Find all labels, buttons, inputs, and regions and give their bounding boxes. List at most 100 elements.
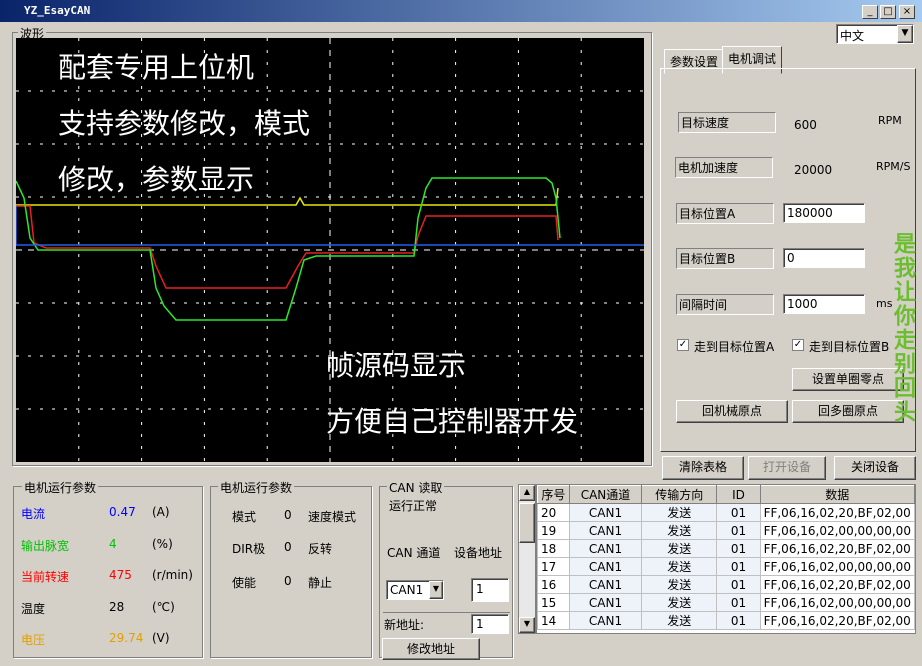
- status-state: 速度模式: [308, 510, 357, 524]
- close-device-button[interactable]: 关闭设备: [834, 456, 916, 480]
- pos-a-input[interactable]: 180000: [783, 203, 865, 223]
- table-cell: 发送: [641, 503, 718, 522]
- accel-label: 电机加速度: [675, 157, 773, 178]
- scroll-up-icon[interactable]: ▲: [519, 485, 535, 501]
- table-cell: 16: [537, 575, 570, 594]
- table-cell: FF,06,16,02,20,BF,02,00: [759, 611, 915, 630]
- open-device-button[interactable]: 打开设备: [748, 456, 826, 480]
- waveform-scope: 配套专用上位机 支持参数修改，模式 修改，参数显示 帧源码显示 方便自己控制器开…: [16, 38, 644, 462]
- can-channel-value: CAN1: [390, 583, 424, 597]
- goto-b-label: 走到目标位置B: [809, 340, 890, 354]
- close-button[interactable]: ×: [899, 5, 915, 19]
- language-select[interactable]: 中文 ▼: [836, 24, 914, 44]
- column-header[interactable]: ID: [716, 485, 761, 504]
- chevron-down-icon[interactable]: ▼: [897, 25, 913, 43]
- red-trace: [16, 205, 559, 289]
- minimize-button[interactable]: _: [862, 5, 878, 19]
- status-value: 0: [284, 574, 292, 588]
- param-name: 电压: [21, 633, 46, 647]
- status-value: 0: [284, 508, 292, 522]
- goto-b-checkbox[interactable]: ✓: [792, 339, 804, 351]
- param-name: 温度: [21, 602, 46, 616]
- param-unit: (%): [152, 537, 173, 551]
- param-name: 电流: [21, 507, 46, 521]
- table-cell: 01: [716, 575, 761, 594]
- table-cell: 发送: [641, 611, 718, 630]
- table-cell: FF,06,16,02,20,BF,02,00: [759, 539, 915, 558]
- interval-input[interactable]: 1000: [783, 294, 865, 314]
- param-value: 475: [109, 568, 132, 582]
- table-row[interactable]: 14 CAN1 发送 01 FF,06,16,02,20,BF,02,00: [537, 611, 915, 630]
- device-address-input[interactable]: 1: [471, 578, 509, 602]
- device-address-label: 设备地址: [454, 546, 503, 560]
- table-cell: 发送: [641, 575, 718, 594]
- status-state: 反转: [308, 542, 333, 556]
- param-value: 29.74: [109, 631, 144, 645]
- frames-table-container: 序号 CAN通道 传输方向 ID 数据 20 CAN1 发送 01 FF,06,16,02,20…: [536, 484, 916, 634]
- table-cell: CAN1: [568, 575, 643, 594]
- column-header[interactable]: 序号: [537, 485, 570, 504]
- column-header[interactable]: 传输方向: [641, 485, 718, 504]
- can-status-text: 运行正常: [389, 499, 438, 513]
- table-scrollbar[interactable]: ▲ ▼: [518, 484, 536, 634]
- interval-label: 间隔时间: [676, 294, 774, 315]
- table-row[interactable]: 17 CAN1 发送 01 FF,06,16,02,00,00,00,00: [537, 557, 915, 576]
- table-cell: 20: [537, 503, 570, 522]
- table-cell: 01: [716, 593, 761, 612]
- table-row[interactable]: 19 CAN1 发送 01 FF,06,16,02,00,00,00,00: [537, 521, 915, 540]
- clear-table-button[interactable]: 清除表格: [662, 456, 744, 480]
- table-cell: FF,06,16,02,20,BF,02,00: [759, 575, 915, 594]
- table-cell: FF,06,16,02,00,00,00,00: [759, 521, 915, 540]
- table-row[interactable]: 18 CAN1 发送 01 FF,06,16,02,20,BF,02,00: [537, 539, 915, 558]
- table-cell: CAN1: [568, 521, 643, 540]
- table-row[interactable]: 20 CAN1 发送 01 FF,06,16,02,20,BF,02,00: [537, 503, 915, 522]
- goto-a-label: 走到目标位置A: [694, 340, 775, 354]
- modify-address-button[interactable]: 修改地址: [382, 638, 480, 660]
- caption-5: 方便自己控制器开发: [326, 405, 579, 438]
- maximize-button[interactable]: □: [880, 5, 896, 19]
- status-name: 使能: [232, 576, 257, 590]
- pos-a-label: 目标位置A: [676, 203, 774, 224]
- pos-b-input[interactable]: 0: [783, 248, 865, 268]
- param-name: 当前转速: [21, 570, 70, 584]
- status-state: 静止: [308, 576, 333, 590]
- table-cell: CAN1: [568, 539, 643, 558]
- table-cell: 17: [537, 557, 570, 576]
- table-cell: 01: [716, 557, 761, 576]
- caption-2: 支持参数修改，模式: [58, 107, 311, 140]
- goto-a-checkbox[interactable]: ✓: [677, 339, 689, 351]
- table-cell: CAN1: [568, 611, 643, 630]
- table-cell: CAN1: [568, 593, 643, 612]
- table-cell: 19: [537, 521, 570, 540]
- param-name: 输出脉宽: [21, 539, 70, 553]
- window-title-bar[interactable]: YZ_EsayCAN: [0, 0, 922, 22]
- target-speed-unit: RPM: [878, 114, 902, 127]
- column-header[interactable]: 数据: [759, 485, 915, 504]
- accel-unit: RPM/S: [876, 160, 911, 173]
- scroll-down-icon[interactable]: ▼: [519, 617, 535, 633]
- status-value: 0: [284, 540, 292, 554]
- side-overlay-text: 是我让你走别回头: [890, 232, 915, 424]
- table-cell: 01: [716, 539, 761, 558]
- table-row[interactable]: 15 CAN1 发送 01 FF,06,16,02,00,00,00,00: [537, 593, 915, 612]
- pos-b-label: 目标位置B: [676, 248, 774, 269]
- new-address-input[interactable]: 1: [471, 614, 509, 634]
- table-cell: 01: [716, 503, 761, 522]
- table-cell: 发送: [641, 539, 718, 558]
- table-row[interactable]: 16 CAN1 发送 01 FF,06,16,02,20,BF,02,00: [537, 575, 915, 594]
- param-unit: (℃): [152, 600, 175, 614]
- caption-3: 修改，参数显示: [58, 163, 255, 196]
- column-header[interactable]: CAN通道: [568, 485, 643, 504]
- target-speed-label: 目标速度: [678, 112, 776, 133]
- table-cell: FF,06,16,02,00,00,00,00: [759, 593, 915, 612]
- caption-4: 帧源码显示: [326, 349, 467, 382]
- can-channel-select[interactable]: CAN1 ▼: [386, 580, 444, 600]
- target-speed-value: 600: [794, 118, 817, 132]
- table-cell: 发送: [641, 557, 718, 576]
- motor-status-label: 电机运行参数: [218, 479, 295, 496]
- divider: [383, 612, 510, 613]
- home-mech-button[interactable]: 回机械原点: [676, 400, 788, 423]
- table-cell: 01: [716, 521, 761, 540]
- chevron-down-icon[interactable]: ▼: [429, 581, 443, 599]
- scroll-thumb[interactable]: [519, 503, 535, 543]
